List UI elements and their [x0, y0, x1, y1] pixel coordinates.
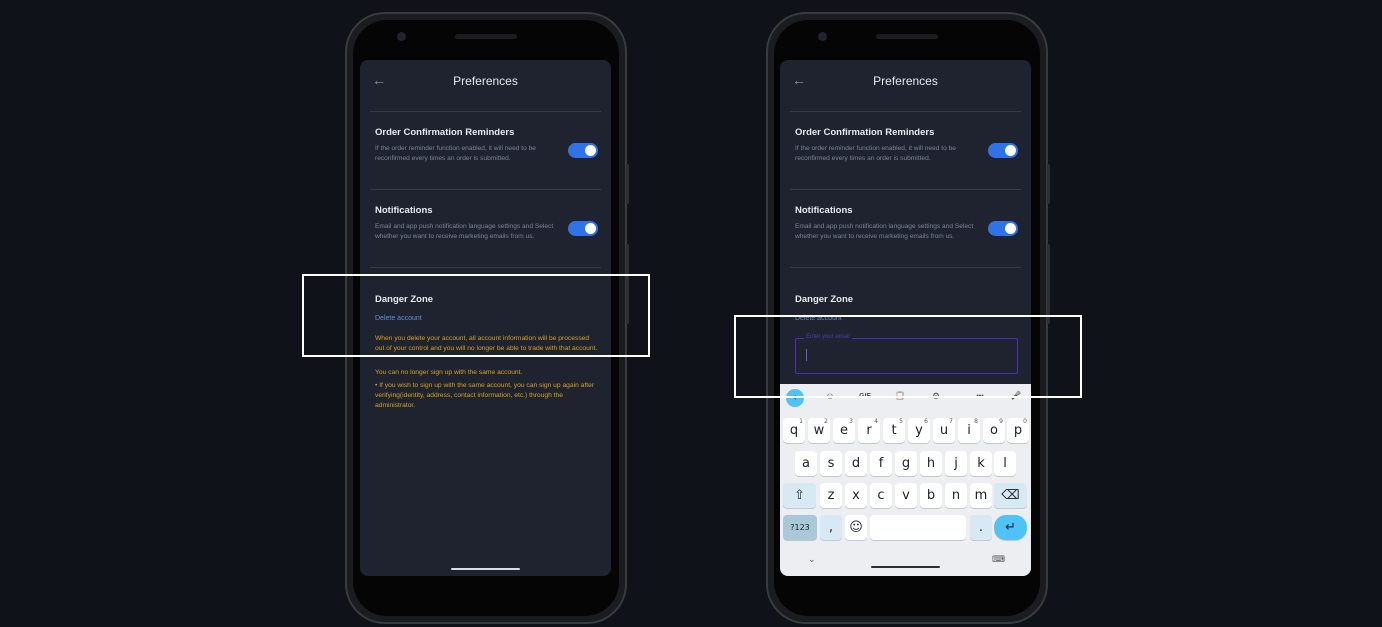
key-t-hint: 5: [899, 418, 903, 425]
key-i-hint: 8: [974, 418, 978, 425]
danger-zone-title: Danger Zone: [795, 294, 854, 305]
divider: [790, 267, 1021, 268]
hide-keyboard-icon[interactable]: ⌄: [808, 554, 816, 565]
key-v[interactable]: v: [895, 483, 917, 508]
notifications-title: Notifications: [795, 205, 853, 216]
notifications-desc: Email and app push notification language…: [375, 223, 554, 240]
toggle-knob: [1005, 223, 1016, 234]
key-b[interactable]: b: [920, 483, 942, 508]
key-f[interactable]: f: [870, 451, 892, 476]
key-l[interactable]: l: [994, 451, 1016, 476]
key-u[interactable]: u7: [933, 418, 955, 443]
symbols-key[interactable]: ?123: [783, 515, 817, 540]
key-q-label: q: [789, 423, 799, 438]
divider: [790, 111, 1021, 112]
key-k[interactable]: k: [970, 451, 992, 476]
keyboard-nav-bar: ⌄ ⌨: [780, 550, 1031, 576]
signup-again-note: • If you wish to sign up with the same a…: [375, 382, 595, 409]
key-s[interactable]: s: [820, 451, 842, 476]
key-y-hint: 6: [924, 418, 928, 425]
signup-warning-text: You can no longer sign up with the same …: [375, 369, 523, 376]
key-o[interactable]: o9: [983, 418, 1005, 443]
key-w[interactable]: w2: [808, 418, 830, 443]
speaker: [876, 34, 938, 39]
key-o-label: o: [990, 423, 998, 438]
key-w-hint: 2: [824, 418, 828, 425]
key-y[interactable]: y6: [908, 418, 930, 443]
emoji-key[interactable]: ☺: [845, 515, 867, 540]
header: ← Preferences: [780, 60, 1031, 102]
order-reminders-toggle[interactable]: [568, 143, 598, 158]
order-reminders-title: Order Confirmation Reminders: [795, 127, 935, 138]
divider: [370, 111, 601, 112]
key-p[interactable]: p0: [1007, 418, 1029, 443]
divider: [790, 189, 1021, 190]
notifications-title: Notifications: [375, 205, 433, 216]
power-button: [1047, 164, 1050, 204]
highlight-box-email-field: [734, 315, 1082, 398]
order-reminders-title: Order Confirmation Reminders: [375, 127, 515, 138]
toggle-knob: [1005, 145, 1016, 156]
camera: [397, 32, 406, 41]
shift-key[interactable]: ⇧: [783, 483, 816, 508]
key-i[interactable]: i8: [958, 418, 980, 443]
key-u-label: u: [939, 423, 949, 438]
key-c[interactable]: c: [870, 483, 892, 508]
comma-key[interactable]: ,: [820, 515, 842, 540]
enter-key[interactable]: ↵: [994, 515, 1027, 540]
key-p-label: p: [1013, 423, 1023, 438]
divider: [370, 189, 601, 190]
key-p-hint: 0: [1023, 418, 1027, 425]
order-reminders-desc: If the order reminder function enabled, …: [795, 145, 956, 162]
power-button: [626, 164, 629, 204]
key-n[interactable]: n: [945, 483, 967, 508]
camera: [818, 32, 827, 41]
divider: [370, 267, 601, 268]
key-e-label: e: [840, 423, 848, 438]
key-r-hint: 4: [874, 418, 878, 425]
key-e-hint: 3: [849, 418, 853, 425]
key-i-label: i: [967, 423, 971, 438]
space-key[interactable]: [870, 515, 966, 540]
toggle-knob: [585, 223, 596, 234]
key-q-hint: 1: [799, 418, 803, 425]
order-reminders-toggle[interactable]: [988, 143, 1018, 158]
key-t-label: t: [891, 423, 897, 438]
key-r-label: r: [866, 423, 872, 438]
home-indicator: [871, 566, 940, 568]
switch-keyboard-icon[interactable]: ⌨: [992, 554, 1005, 565]
key-u-hint: 7: [949, 418, 953, 425]
key-e[interactable]: e3: [833, 418, 855, 443]
key-j[interactable]: j: [945, 451, 967, 476]
key-o-hint: 9: [999, 418, 1003, 425]
soft-keyboard: ‹ ☺ GIF 📋 ⚙ ••• 🎤 q1 w2 e3 r4 t5 y6 u7 i…: [780, 384, 1031, 576]
order-reminders-desc: If the order reminder function enabled, …: [375, 145, 536, 162]
key-g[interactable]: g: [895, 451, 917, 476]
key-z[interactable]: z: [820, 483, 842, 508]
page-title: Preferences: [453, 74, 518, 88]
speaker: [455, 34, 517, 39]
header: ← Preferences: [360, 60, 611, 102]
volume-button: [1047, 244, 1050, 324]
key-x[interactable]: x: [845, 483, 867, 508]
key-d[interactable]: d: [845, 451, 867, 476]
notifications-desc: Email and app push notification language…: [795, 223, 974, 240]
key-w-label: w: [813, 423, 825, 438]
key-a[interactable]: a: [795, 451, 817, 476]
page-title: Preferences: [873, 74, 938, 88]
key-r[interactable]: r4: [858, 418, 880, 443]
toggle-knob: [585, 145, 596, 156]
backspace-key[interactable]: ⌫: [994, 483, 1027, 508]
key-h[interactable]: h: [920, 451, 942, 476]
highlight-box-danger-zone: [302, 274, 650, 357]
key-m[interactable]: m: [970, 483, 992, 508]
key-t[interactable]: t5: [883, 418, 905, 443]
notifications-toggle[interactable]: [568, 221, 598, 236]
home-indicator: [451, 568, 520, 570]
notifications-toggle[interactable]: [988, 221, 1018, 236]
key-q[interactable]: q1: [783, 418, 805, 443]
key-y-label: y: [915, 423, 923, 438]
period-key[interactable]: .: [970, 515, 992, 540]
